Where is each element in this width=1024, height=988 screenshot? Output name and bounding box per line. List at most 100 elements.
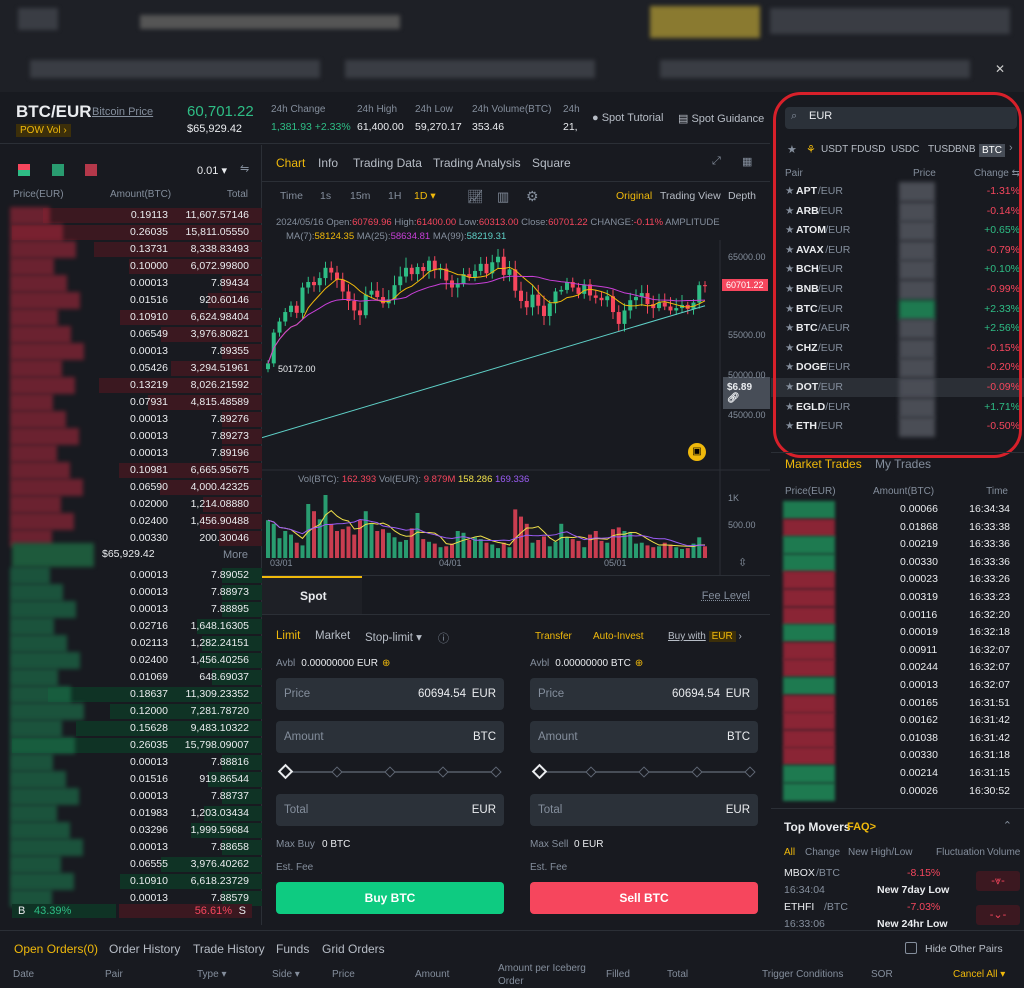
chart-tab[interactable]: Info: [318, 156, 338, 170]
layout-both-icon[interactable]: [18, 164, 30, 176]
deposit-icon[interactable]: ⊕: [382, 658, 390, 669]
bid-row[interactable]: 0.00013 7.89052: [0, 567, 262, 584]
mover-tab[interactable]: Volume: [987, 847, 1020, 858]
chart-tab[interactable]: Chart: [276, 156, 305, 170]
total-field[interactable]: Total EUR: [276, 794, 504, 826]
transfer-link[interactable]: Transfer: [535, 631, 572, 642]
chart-view-option[interactable]: Original: [616, 190, 652, 202]
close-icon[interactable]: ✕: [995, 62, 1005, 76]
mover-base[interactable]: ETHFI: [784, 901, 814, 913]
pair-info-link[interactable]: Bitcoin Price: [92, 106, 153, 118]
price-field[interactable]: Price 60694.54 EUR: [276, 678, 504, 710]
chart-tab[interactable]: Trading Analysis: [433, 156, 521, 170]
tab-spot[interactable]: Spot: [300, 589, 327, 603]
slider-mark[interactable]: [691, 766, 703, 778]
interval-option[interactable]: Time: [280, 190, 303, 202]
depth-icon[interactable]: ▥: [497, 189, 509, 205]
ask-row[interactable]: 0.01516 920.60146: [0, 292, 262, 309]
chart-tab[interactable]: Trading Data: [353, 156, 422, 170]
orders-tab[interactable]: Order History: [109, 942, 180, 956]
ask-row[interactable]: 0.00013 7.89355: [0, 343, 262, 360]
chart-tools-icon[interactable]: ▣: [688, 443, 706, 461]
bid-row[interactable]: 0.10910 6,618.23729: [0, 873, 262, 890]
mover-tab[interactable]: New High/Low: [848, 847, 912, 858]
bid-row[interactable]: 0.02400 1,456.40256: [0, 652, 262, 669]
ask-row[interactable]: 0.02400 1,456.90488: [0, 513, 262, 530]
pair-title[interactable]: BTC/EUR: [16, 102, 92, 122]
bid-row[interactable]: 0.01069 648.69037: [0, 669, 262, 686]
ask-row[interactable]: 0.10981 6,665.95675: [0, 462, 262, 479]
amount-slider[interactable]: [277, 763, 502, 780]
bid-row[interactable]: 0.01516 919.86544: [0, 771, 262, 788]
bid-row[interactable]: 0.02113 1,282.24151: [0, 635, 262, 652]
ask-row[interactable]: 0.19113 11,607.57146: [0, 207, 262, 224]
bid-row[interactable]: 0.12000 7,281.78720: [0, 703, 262, 720]
total-field[interactable]: Total EUR: [530, 794, 758, 826]
sell-button[interactable]: Sell BTC: [530, 882, 758, 914]
bid-row[interactable]: 0.00013 7.88973: [0, 584, 262, 601]
tab-market-trades[interactable]: Market Trades: [785, 457, 862, 471]
ask-row[interactable]: 0.10910 6,624.98404: [0, 309, 262, 326]
bid-row[interactable]: 0.26035 15,798.09007: [0, 737, 262, 754]
mover-tab[interactable]: Change: [805, 847, 840, 858]
mover-trend-icon[interactable]: -⩔-: [976, 871, 1020, 891]
bid-row[interactable]: 0.02716 1,648.16305: [0, 618, 262, 635]
ask-row[interactable]: 0.00013 7.89196: [0, 445, 262, 462]
mover-trend-icon[interactable]: -⌄-: [976, 905, 1020, 925]
chart-view-option[interactable]: Depth: [728, 190, 756, 202]
bid-row[interactable]: 0.15628 9,483.10322: [0, 720, 262, 737]
slider-mark[interactable]: [384, 766, 396, 778]
deposit-icon[interactable]: ⊕: [635, 658, 643, 669]
hide-other-pairs-checkbox[interactable]: [905, 942, 917, 954]
slider-mark[interactable]: [585, 766, 597, 778]
chart-view-option[interactable]: Trading View: [660, 190, 721, 202]
bid-row[interactable]: 0.03296 1,999.59684: [0, 822, 262, 839]
interval-option[interactable]: 15m: [350, 190, 370, 202]
amount-field[interactable]: Amount BTC: [276, 721, 504, 753]
buy-with-link[interactable]: Buy with EUR ›: [668, 631, 742, 642]
ask-row[interactable]: 0.00013 7.89434: [0, 275, 262, 292]
spot-tutorial-link[interactable]: ● Spot Tutorial: [592, 112, 663, 124]
ask-row[interactable]: 0.13731 8,338.83493: [0, 241, 262, 258]
ask-row[interactable]: 0.06549 3,976.80821: [0, 326, 262, 343]
ask-row[interactable]: 0.00013 7.89273: [0, 428, 262, 445]
collapse-icon[interactable]: ⌃: [1003, 819, 1012, 832]
slider-mark[interactable]: [490, 766, 502, 778]
buy-button[interactable]: Buy BTC: [276, 882, 504, 914]
precision-select[interactable]: 0.01 ▾: [197, 164, 227, 177]
bid-row[interactable]: 0.06555 3,976.40262: [0, 856, 262, 873]
bid-row[interactable]: 0.00013 7.88895: [0, 601, 262, 618]
price-chart[interactable]: [262, 240, 770, 575]
scale-toggle-icon[interactable]: ⇳: [738, 556, 747, 569]
type-stop-limit[interactable]: Stop-limit ▾: [365, 630, 422, 644]
bid-row[interactable]: 0.01983 1,203.03434: [0, 805, 262, 822]
amount-slider[interactable]: [531, 763, 756, 780]
cancel-all-button[interactable]: Cancel All ▾: [953, 969, 1005, 980]
mover-base[interactable]: MBOX: [784, 867, 815, 879]
auto-invest-link[interactable]: Auto-Invest: [593, 631, 644, 642]
ask-row[interactable]: 0.13219 8,026.21592: [0, 377, 262, 394]
mover-tab[interactable]: Fluctuation: [936, 847, 985, 858]
chart-settings-icon[interactable]: ⚙: [526, 188, 539, 205]
bid-row[interactable]: 0.00013 7.88658: [0, 839, 262, 856]
mover-tab[interactable]: All: [784, 847, 795, 858]
interval-option[interactable]: 1D ▾: [414, 190, 436, 202]
layout-bids-icon[interactable]: [52, 164, 64, 176]
price-field[interactable]: Price 60694.54 EUR: [530, 678, 758, 710]
fee-level-link[interactable]: Fee Level: [702, 590, 750, 602]
slider-mark[interactable]: [331, 766, 343, 778]
interval-option[interactable]: 1s: [320, 190, 331, 202]
orders-tab[interactable]: Grid Orders: [322, 942, 385, 956]
more-link[interactable]: More: [223, 549, 248, 561]
ask-row[interactable]: 0.00013 7.89276: [0, 411, 262, 428]
ask-row[interactable]: 0.26035 15,811.05550: [0, 224, 262, 241]
orders-tab[interactable]: Trade History: [193, 942, 265, 956]
fullscreen-icon[interactable]: ⤢: [712, 155, 721, 168]
order-column-header[interactable]: Side ▾: [272, 969, 300, 980]
info-icon[interactable]: ⓘ: [438, 630, 449, 646]
bid-row[interactable]: 0.00013 7.88816: [0, 754, 262, 771]
ask-row[interactable]: 0.06590 4,000.42325: [0, 479, 262, 496]
layout-asks-icon[interactable]: [85, 164, 97, 176]
chart-tab[interactable]: Square: [532, 156, 571, 170]
type-market[interactable]: Market: [315, 630, 350, 642]
